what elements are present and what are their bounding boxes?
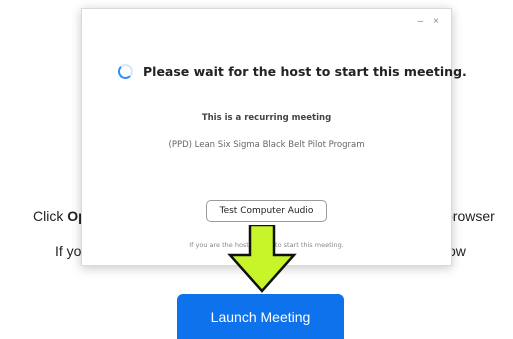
loading-spinner-icon: [118, 64, 133, 79]
wait-status-row: Please wait for the host to start this m…: [118, 64, 467, 79]
launch-instruction-suffix: browser: [445, 208, 495, 224]
meeting-title: (PPD) Lean Six Sigma Black Belt Pilot Pr…: [168, 140, 365, 150]
download-instruction-text: If yo: [55, 243, 82, 259]
close-button[interactable]: ×: [433, 17, 439, 27]
window-controls: – ×: [418, 17, 439, 27]
recurring-meeting-label: This is a recurring meeting: [201, 113, 332, 123]
launch-meeting-button[interactable]: Launch Meeting: [177, 294, 344, 339]
instruction-prefix: Click: [33, 208, 68, 224]
wait-message: Please wait for the host to start this m…: [143, 64, 467, 79]
down-arrow-icon: [227, 225, 297, 293]
test-computer-audio-button[interactable]: Test Computer Audio: [206, 200, 327, 222]
minimize-button[interactable]: –: [418, 17, 424, 27]
